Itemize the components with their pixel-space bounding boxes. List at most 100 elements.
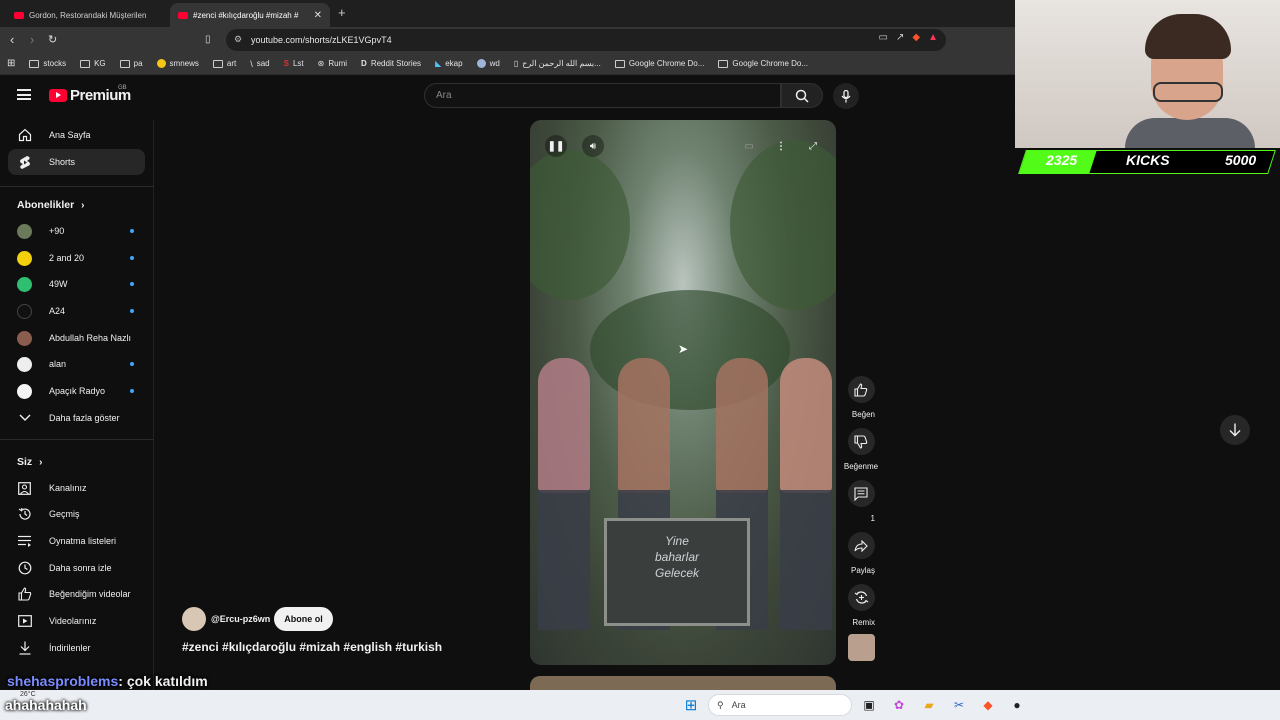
captions-button[interactable]: ▭ [738,135,760,157]
show-more-button[interactable]: Daha fazla göster [8,405,145,431]
sidebar-item-sub-abdullah[interactable]: Abdullah Reha Nazlı [8,325,145,351]
sidebar-item-sub-a24[interactable]: A24 [8,298,145,324]
close-tab-icon[interactable]: ✕ [314,10,322,21]
next-short-button[interactable] [1220,415,1250,445]
sidebar-item-downloads[interactable]: İndirilenler [8,635,145,661]
bookmark-lst[interactable]: S Lst [277,59,311,68]
video-icon [17,614,32,629]
back-icon[interactable]: ‹ [10,32,14,47]
dislike-button[interactable] [847,428,875,455]
sidebar-item-sub-alan[interactable]: alan [8,351,145,377]
channel-avatar[interactable] [182,607,206,631]
comments-action[interactable]: 1 [847,480,875,526]
sidebar-item-home[interactable]: Ana Sayfa [8,122,145,148]
browser-window: Gordon, Restorandaki Müşterilen #zenci #… [0,0,1015,690]
sidebar-item-liked-videos[interactable]: Beğendiğim videolar [8,581,145,607]
bookmark-ekap[interactable]: ◣ ekap [428,59,470,68]
brave-shield-icon[interactable]: ◆ [912,32,920,43]
download-icon [17,641,32,656]
you-heading[interactable]: Siz › [17,456,42,468]
snipping-tool-icon[interactable]: ✂ [950,696,968,714]
bookmark-kg[interactable]: KG [73,59,113,68]
webcam-shirt [1125,118,1255,148]
windows-start-icon[interactable]: ⊞ [682,696,700,714]
sidebar-item-playlists[interactable]: Oynatma listeleri [8,528,145,554]
bookmark-rumi[interactable]: ⊛ Rumi [311,59,354,68]
comments-button[interactable] [847,480,875,507]
taskbar-search[interactable]: ⚲ Ara [708,694,852,716]
task-view-icon[interactable]: ▣ [860,696,878,714]
sidebar-item-sub-90[interactable]: +90 [8,218,145,244]
sidebar-item-label: 49W [49,279,68,289]
sidebar-item-your-videos[interactable]: Videolarınız [8,608,145,634]
apps-icon[interactable]: ⊞ [0,58,22,69]
new-tab-icon[interactable]: + [338,5,346,20]
page-icon: ▯ [513,59,519,68]
shorts-icon [17,155,32,170]
site-info-icon[interactable]: ⚙ [234,34,242,45]
tab-gordon[interactable]: Gordon, Restorandaki Müşterilen [6,3,166,27]
bookmark-stocks[interactable]: stocks [22,59,73,68]
next-short-preview[interactable] [530,676,836,690]
more-options-button[interactable]: ⋮ [770,135,792,157]
pause-button[interactable]: ❚❚ [545,135,567,157]
sidebar-item-label: Abdullah Reha Nazlı [49,333,132,343]
obs-icon[interactable]: ● [1008,696,1026,714]
bookmarks-bar: ⊞ stocks KG pa smnews art \ sad S Lst ⊛ Rum… [0,53,1015,75]
channel-name[interactable]: @Ercu-pz6wn [211,614,270,624]
sidebar-item-watch-later[interactable]: Daha sonra izle [8,555,145,581]
search-button[interactable] [781,83,823,108]
bookmark-arabic[interactable]: ▯ بسم الله الرحمن الرح... [507,59,608,68]
menu-icon[interactable] [17,89,31,100]
bookmark-wd[interactable]: wd [470,59,507,68]
remix-action[interactable]: Remix [847,584,875,630]
video-person [538,358,590,493]
sidebar-item-shorts[interactable]: Shorts [8,149,145,175]
chat-text: : çok katıldım [118,673,208,689]
file-explorer-icon[interactable]: ▰ [920,696,938,714]
brave-rewards-icon[interactable]: ▲ [928,32,938,43]
fullscreen-button[interactable]: ⤢ [802,135,824,157]
address-bar[interactable]: ⚙ youtube.com/shorts/zLKE1VGpvT4 ▭ ↗ ◆ ▲ [226,29,946,51]
copilot-icon[interactable]: ✿ [890,696,908,714]
like-button[interactable] [847,376,875,403]
sidebar-item-your-channel[interactable]: Kanalınız [8,475,145,501]
sign-line: baharlar [654,550,700,564]
sidebar-item-sub-2and20[interactable]: 2 and 20 [8,245,145,271]
search-input[interactable]: Ara [424,83,781,108]
bookmark-sad[interactable]: \ sad [243,59,276,69]
forward-icon[interactable]: › [30,32,34,47]
bookmark-chrome-2[interactable]: Google Chrome Do... [711,59,815,68]
shorts-video-player[interactable]: Yine baharlar Gelecek ❚❚ 🔊︎ ▭ ⋮ ⤢ [530,120,836,665]
sidebar-item-history[interactable]: Geçmiş [8,501,145,527]
share-page-icon[interactable]: ↗ [896,32,904,43]
tab-shorts-active[interactable]: #zenci #kılıçdaroğlu #mizah # ✕ [170,3,330,27]
cast-icon[interactable]: ▭ [879,32,888,43]
subscribe-button[interactable]: Abone ol [274,607,333,631]
video-hashtags[interactable]: #zenci #kılıçdaroğlu #mizah #english #tu… [182,640,442,654]
remix-button[interactable] [847,584,875,611]
bookmark-chrome-1[interactable]: Google Chrome Do... [608,59,712,68]
subscriptions-heading[interactable]: Abonelikler › [17,199,84,211]
share-button[interactable] [847,532,875,559]
d-logo-icon: D [361,59,367,68]
brave-browser-icon[interactable]: ◆ [979,696,997,714]
sidebar-item-label: Beğendiğim videolar [49,589,131,599]
sidebar-item-label: 2 and 20 [49,253,85,263]
sidebar-item-sub-apacik[interactable]: Apaçık Radyo [8,378,145,404]
sound-thumbnail[interactable] [848,634,875,661]
sidebar-item-sub-49w[interactable]: 49W [8,271,145,297]
bookmark-art[interactable]: art [206,59,243,68]
bookmark-reddit-stories[interactable]: D Reddit Stories [354,59,428,68]
volume-button[interactable]: 🔊︎ [582,135,604,157]
bookmark-smnews[interactable]: smnews [150,59,206,68]
dislike-action[interactable]: Beğenme [844,428,878,474]
webcam-overlay [1015,0,1280,148]
share-action[interactable]: Paylaş [847,532,875,578]
like-icon [17,587,32,602]
bookmark-pa[interactable]: pa [113,59,150,68]
reload-icon[interactable]: ↻ [48,33,57,46]
voice-search-button[interactable] [833,83,859,109]
like-action[interactable]: Beğen [847,376,875,422]
bookmark-page-icon[interactable]: ▯ [205,34,211,45]
